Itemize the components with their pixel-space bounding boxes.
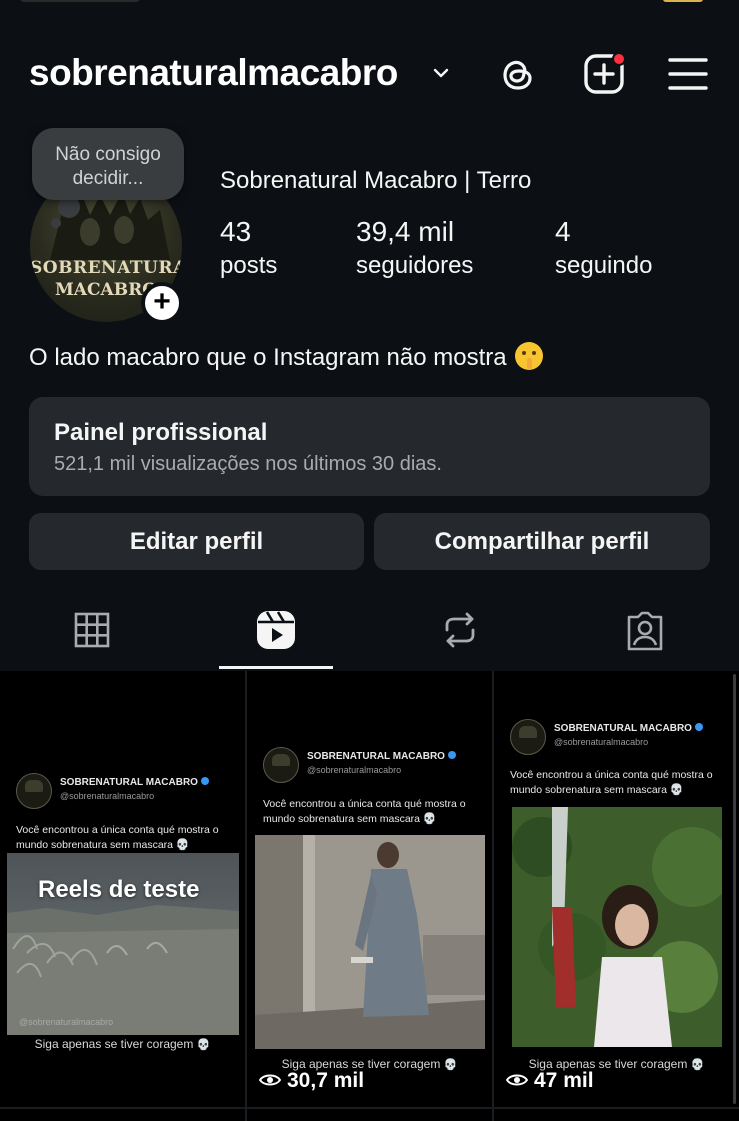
status-bar xyxy=(20,0,140,2)
dashboard-title: Painel profissional xyxy=(54,419,268,446)
stat-posts-label: posts xyxy=(220,252,278,279)
notification-dot xyxy=(612,52,626,66)
skull-icon: 💀 xyxy=(443,1059,458,1071)
reel-account-handle: @sobrenaturalmacabro xyxy=(60,791,155,801)
profile-note-text: Não consigo decidir... xyxy=(55,144,161,189)
reel-thumbnail xyxy=(255,835,485,1049)
reel-thumbnail-scene xyxy=(512,807,722,1047)
verified-badge-icon xyxy=(200,777,209,785)
scrollbar[interactable] xyxy=(733,674,736,1104)
tab-reposts-icon[interactable] xyxy=(438,605,482,655)
views-eye-icon xyxy=(259,1074,281,1086)
reel-caption: Você encontrou a única conta qué mostra … xyxy=(263,798,466,825)
reel-account-header: SOBRENATURAL MACABRO @sobrenaturalmacabr… xyxy=(263,747,488,787)
reel-watermark: @sobrenaturalmacabro xyxy=(19,1017,114,1027)
skull-icon: 💀 xyxy=(669,784,684,796)
reel-account-avatar xyxy=(16,773,52,809)
dashboard-subtitle: 521,1 mil visualizações nos últimos 30 d… xyxy=(54,453,442,475)
reels-grid: SOBRENATURAL MACABRO @sobrenaturalmacabr… xyxy=(0,671,739,1121)
reel-account-name: SOBRENATURAL MACABRO xyxy=(554,723,703,734)
reel-caption: Você encontrou a única conta qué mostra … xyxy=(510,769,713,796)
stat-following[interactable]: 4 seguindo xyxy=(555,216,652,280)
tab-posts-grid-icon[interactable] xyxy=(70,605,114,655)
menu-icon[interactable] xyxy=(666,52,710,96)
grid-divider xyxy=(245,671,247,1121)
stat-posts-value: 43 xyxy=(220,216,252,247)
professional-dashboard[interactable]: Painel profissional 521,1 mil visualizaç… xyxy=(29,397,710,496)
stat-followers[interactable]: 39,4 mil seguidores xyxy=(356,216,473,280)
display-name: Sobrenatural Macabro | Terro xyxy=(220,167,532,194)
skull-icon: 💀 xyxy=(422,813,437,825)
skull-icon: 💀 xyxy=(690,1059,705,1071)
reel-caption: Você encontrou a única conta qué mostra … xyxy=(16,824,219,851)
reel-tile[interactable]: SOBRENATURAL MACABRO @sobrenaturalmacabr… xyxy=(494,671,739,1107)
stat-followers-value: 39,4 mil xyxy=(356,216,455,247)
stat-following-label: seguindo xyxy=(555,252,653,279)
threads-icon[interactable] xyxy=(496,52,540,96)
profile-header: sobrenaturalmacabro xyxy=(0,0,739,130)
reel-thumbnail-scene xyxy=(255,835,485,1049)
verified-badge-icon xyxy=(447,751,456,759)
avatar-logo-line1: SOBRENATURAL xyxy=(30,258,182,278)
grid-divider xyxy=(0,1107,739,1109)
stat-posts[interactable]: 43 posts xyxy=(220,216,277,280)
reel-overlay-title: Reels de teste xyxy=(38,876,200,903)
verified-badge-icon xyxy=(694,723,703,731)
username-switcher[interactable]: sobrenaturalmacabro xyxy=(29,52,398,94)
reel-tile[interactable]: SOBRENATURAL MACABRO @sobrenaturalmacabr… xyxy=(247,671,492,1107)
skull-icon: 💀 xyxy=(175,839,190,851)
shushing-face-emoji-icon xyxy=(514,342,543,370)
grid-divider xyxy=(492,671,494,1121)
views-eye-icon xyxy=(506,1074,528,1086)
stat-following-value: 4 xyxy=(555,216,571,247)
chevron-down-icon[interactable] xyxy=(430,62,452,84)
active-tab-indicator xyxy=(219,666,333,669)
reel-account-avatar xyxy=(263,747,299,783)
reel-account-name: SOBRENATURAL MACABRO xyxy=(307,751,456,762)
profile-note[interactable]: Não consigo decidir... xyxy=(32,128,184,200)
reel-view-count: 47 mil xyxy=(506,1069,594,1093)
reel-account-handle: @sobrenaturalmacabro xyxy=(554,737,649,747)
bio: O lado macabro que o Instagram não mostr… xyxy=(29,342,543,372)
tab-tagged-icon[interactable] xyxy=(623,605,667,655)
reel-account-header: SOBRENATURAL MACABRO @sobrenaturalmacabr… xyxy=(510,719,735,759)
reel-account-header: SOBRENATURAL MACABRO @sobrenaturalmacabr… xyxy=(16,773,241,813)
tab-reels-icon[interactable] xyxy=(254,605,298,655)
reel-tile[interactable]: SOBRENATURAL MACABRO @sobrenaturalmacabr… xyxy=(0,671,245,1107)
stat-followers-label: seguidores xyxy=(356,252,474,279)
bio-text: O lado macabro que o Instagram não mostr… xyxy=(29,344,507,371)
reel-footer: Siga apenas se tiver coragem 💀 xyxy=(34,1037,211,1051)
reel-account-name: SOBRENATURAL MACABRO xyxy=(60,777,209,788)
share-profile-button[interactable]: Compartilhar perfil xyxy=(374,513,710,570)
battery-icon xyxy=(663,0,703,2)
edit-profile-button[interactable]: Editar perfil xyxy=(29,513,364,570)
note-tail-small xyxy=(51,218,61,228)
reel-account-handle: @sobrenaturalmacabro xyxy=(307,765,402,775)
add-story-button[interactable]: + xyxy=(141,282,183,324)
reel-view-count: 30,7 mil xyxy=(259,1069,364,1093)
reel-account-avatar xyxy=(510,719,546,755)
skull-icon: 💀 xyxy=(196,1039,211,1051)
reel-thumbnail xyxy=(512,807,722,1047)
